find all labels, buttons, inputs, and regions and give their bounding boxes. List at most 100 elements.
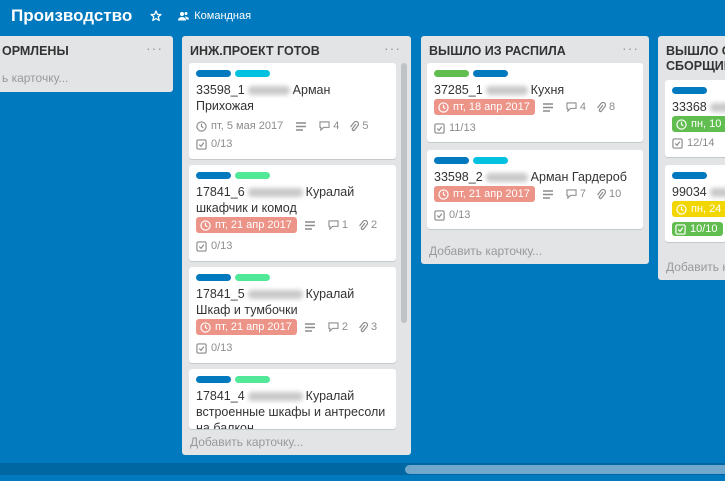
- list-vyshlo-iz-raspila: ВЫШЛО ИЗ РАСПИЛА ··· 37285_1 Кухня пт, 18…: [421, 36, 649, 264]
- attachments-badge: 10: [596, 188, 621, 200]
- add-card-button[interactable]: ь карточку...: [2, 71, 68, 85]
- board-title[interactable]: Производство: [11, 6, 132, 26]
- comment-icon: [328, 322, 339, 332]
- comments-badge: 2: [328, 321, 348, 333]
- comments-badge: 1: [328, 219, 348, 231]
- card-title: 17841_6 Куралай шкафчик и комод: [196, 185, 355, 215]
- description-icon: [542, 102, 556, 112]
- card-title: 33598_2 Арман Гардероб: [434, 170, 627, 184]
- paperclip-icon: [350, 120, 360, 131]
- attachments-badge: 5: [349, 120, 368, 132]
- card-label: [434, 70, 469, 77]
- star-icon[interactable]: [150, 10, 162, 22]
- list-menu-icon[interactable]: ···: [622, 40, 639, 56]
- add-card-button[interactable]: Добавить к: [666, 260, 725, 274]
- list-inzh-proekt: ИНЖ.ПРОЕКТ ГОТОВ ··· 33598_1 Арман Прихож…: [182, 36, 411, 455]
- list-menu-icon[interactable]: ···: [384, 40, 401, 56]
- paperclip-icon: [597, 188, 607, 199]
- checklist-badge: 10/10: [672, 222, 723, 236]
- card-17841-4[interactable]: 17841_4 Куралай встроенные шкафы и антрес…: [189, 369, 396, 429]
- clock-icon: [438, 101, 449, 113]
- list-menu-icon[interactable]: ···: [146, 40, 163, 56]
- card-33368[interactable]: 33368 пн, 10 а 12/14: [665, 80, 725, 157]
- team-visibility[interactable]: Командная: [178, 10, 251, 22]
- checkbox-icon: [434, 122, 445, 134]
- card-title: 33368: [672, 99, 725, 115]
- paperclip-icon: [359, 219, 369, 230]
- attachments-badge: 3: [358, 321, 377, 333]
- description-icon: [304, 220, 318, 230]
- list-title[interactable]: ОРМЛЕНЫ: [2, 44, 165, 59]
- clock-icon: [676, 118, 687, 130]
- card-title: 17841_4 Куралай встроенные шкафы и антрес…: [196, 389, 386, 429]
- add-card-button[interactable]: Добавить карточку...: [429, 244, 542, 258]
- board-header: Производство Командная: [0, 0, 725, 32]
- add-card-button[interactable]: Добавить карточку...: [190, 435, 303, 449]
- board-scrollbar-thumb[interactable]: [405, 465, 725, 474]
- description-icon: [542, 189, 556, 199]
- team-label: Командная: [194, 10, 252, 22]
- due-date-badge: пн, 10 а: [672, 116, 725, 132]
- card-99034[interactable]: 99034 пн, 24 а 10/10: [665, 165, 725, 242]
- clock-icon: [438, 188, 449, 200]
- due-date-badge: пт, 21 апр 2017: [196, 217, 297, 233]
- comment-icon: [328, 220, 339, 230]
- description-icon: [304, 322, 318, 332]
- card-label: [672, 87, 707, 94]
- checklist-badge: 0/13: [196, 138, 232, 150]
- card-label: [473, 70, 508, 77]
- comment-icon: [566, 102, 577, 112]
- checklist-badge: 0/13: [434, 209, 470, 221]
- checkbox-icon: [675, 223, 686, 235]
- due-date-badge: пт, 5 мая 2017: [196, 118, 288, 134]
- list-title[interactable]: ВЫШЛО С СБОРЩИК: [666, 44, 725, 74]
- card-title: 33598_1 Арман Прихожая: [196, 83, 331, 113]
- card-label: [196, 70, 231, 77]
- card-label: [235, 274, 270, 281]
- paperclip-icon: [359, 321, 369, 332]
- comments-badge: 7: [566, 188, 586, 200]
- due-date-badge: пн, 24 а: [672, 201, 725, 217]
- card-33598-1[interactable]: 33598_1 Арман Прихожая пт, 5 мая 2017 4 5…: [189, 63, 396, 159]
- clock-icon: [676, 203, 687, 215]
- card-title: 99034: [672, 184, 725, 200]
- checklist-badge: 0/13: [196, 240, 232, 252]
- comments-badge: 4: [566, 101, 586, 113]
- description-icon: [296, 121, 309, 131]
- checkbox-icon: [196, 138, 207, 150]
- clock-icon: [196, 120, 207, 132]
- clock-icon: [200, 321, 211, 333]
- checklist-badge: 12/14: [672, 137, 715, 149]
- card-label: [473, 157, 508, 164]
- checkbox-icon: [672, 137, 683, 149]
- card-label: [235, 172, 270, 179]
- paperclip-icon: [597, 101, 607, 112]
- attachments-badge: 8: [596, 101, 615, 113]
- card-label: [196, 172, 231, 179]
- team-icon: [178, 12, 190, 21]
- clock-icon: [200, 219, 211, 231]
- list-title[interactable]: ИНЖ.ПРОЕКТ ГОТОВ: [190, 44, 403, 59]
- card-label: [196, 376, 231, 383]
- checkbox-icon: [196, 342, 207, 354]
- card-label: [672, 172, 707, 179]
- card-17841-5[interactable]: 17841_5 Куралай Шкаф и тумбочки пт, 21 ап…: [189, 267, 396, 363]
- list-scrollbar[interactable]: [401, 63, 407, 323]
- card-label: [235, 70, 270, 77]
- checklist-badge: 0/13: [196, 342, 232, 354]
- list-oformleny: ОРМЛЕНЫ ··· ь карточку...: [0, 36, 173, 92]
- card-33598-2[interactable]: 33598_2 Арман Гардероб пт, 21 апр 2017 7 …: [427, 150, 643, 229]
- card-17841-6[interactable]: 17841_6 Куралай шкафчик и комод пт, 21 ап…: [189, 165, 396, 261]
- card-label: [434, 157, 469, 164]
- card-title: 17841_5 Куралай Шкаф и тумбочки: [196, 287, 355, 317]
- checklist-badge: 11/13: [434, 122, 476, 134]
- card-label: [196, 274, 231, 281]
- card-37285-1[interactable]: 37285_1 Кухня пт, 18 апр 2017 4 8 11/13: [427, 63, 643, 142]
- checkbox-icon: [434, 209, 445, 221]
- board-scrollbar[interactable]: [0, 463, 725, 475]
- attachments-badge: 2: [358, 219, 377, 231]
- due-date-badge: пт, 21 апр 2017: [434, 186, 535, 202]
- list-vyshlo-sborshchik: ВЫШЛО С СБОРЩИК 33368 пн, 10 а 12/14 990…: [658, 36, 725, 280]
- list-title[interactable]: ВЫШЛО ИЗ РАСПИЛА: [429, 44, 641, 59]
- due-date-badge: пт, 21 апр 2017: [196, 319, 297, 335]
